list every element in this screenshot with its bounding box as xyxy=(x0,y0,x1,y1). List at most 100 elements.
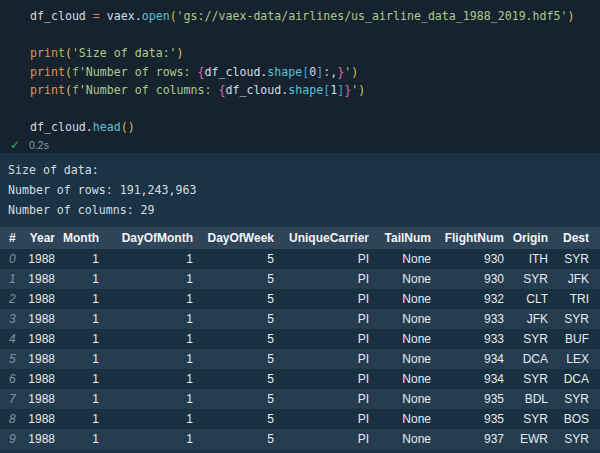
column-header-flightnum: FlightNum xyxy=(431,227,504,249)
table-row: 11988115PINone930SYRJFK xyxy=(0,269,600,289)
cell-month: 1 xyxy=(55,249,99,269)
cell-flightnum: 933 xyxy=(431,329,504,349)
row-index: 6 xyxy=(0,369,26,389)
cell-year: 1988 xyxy=(26,289,55,309)
row-index: 4 xyxy=(0,329,26,349)
cell-uniquecarrier: PI xyxy=(274,329,369,349)
cell-origin: SYR xyxy=(504,329,548,349)
cell-uniquecarrier: PI xyxy=(274,429,369,449)
cell-flightnum: 935 xyxy=(431,389,504,409)
success-check-icon: ✓ xyxy=(10,138,20,152)
cell-dayofmonth: 1 xyxy=(99,389,193,409)
table-row: 21988115PINone932CLTTRI xyxy=(0,289,600,309)
cell-dayofweek: 5 xyxy=(193,409,274,429)
cell-month: 1 xyxy=(55,349,99,369)
cell-origin: SYR xyxy=(504,369,548,389)
execution-duration: 0.2s xyxy=(29,139,49,151)
cell-origin: SYR xyxy=(504,409,548,429)
cell-month: 1 xyxy=(55,329,99,349)
cell-uniquecarrier: PI xyxy=(274,389,369,409)
header-spacer xyxy=(589,227,600,249)
cell-year: 1988 xyxy=(26,409,55,429)
cell-tailnum: None xyxy=(369,289,431,309)
stdout-text: Size of data: Number of rows: 191,243,96… xyxy=(0,153,600,220)
cell-tailnum: None xyxy=(369,329,431,349)
cell-dest: JFK xyxy=(548,269,589,289)
cell-dayofmonth: 1 xyxy=(99,429,193,449)
row-spacer xyxy=(589,269,600,289)
cell-uniquecarrier: PI xyxy=(274,289,369,309)
cell-uniquecarrier: PI xyxy=(274,409,369,429)
row-index: 5 xyxy=(0,349,26,369)
row-spacer xyxy=(589,289,600,309)
cell-dayofweek: 5 xyxy=(193,429,274,449)
code-editor[interactable]: df_cloud = vaex.open('gs://vaex-data/air… xyxy=(0,0,600,137)
cell-dayofmonth: 1 xyxy=(99,369,193,389)
table-row: 61988115PINone934SYRDCA xyxy=(0,369,600,389)
cell-dest: SYR xyxy=(548,429,589,449)
cell-dest: SYR xyxy=(548,249,589,269)
cell-year: 1988 xyxy=(26,389,55,409)
dataframe-table: #YearMonthDayOfMonthDayOfWeekUniqueCarri… xyxy=(0,227,600,449)
cell-dayofweek: 5 xyxy=(193,309,274,329)
cell-year: 1988 xyxy=(26,349,55,369)
row-spacer xyxy=(589,369,600,389)
row-index: 2 xyxy=(0,289,26,309)
cell-origin: EWR xyxy=(504,429,548,449)
column-header-index: # xyxy=(0,227,26,249)
row-index: 3 xyxy=(0,309,26,329)
cell-tailnum: None xyxy=(369,409,431,429)
row-spacer xyxy=(589,349,600,369)
cell-year: 1988 xyxy=(26,329,55,349)
cell-dayofmonth: 1 xyxy=(99,309,193,329)
row-index: 0 xyxy=(0,249,26,269)
row-spacer xyxy=(589,429,600,449)
row-index: 8 xyxy=(0,409,26,429)
cell-year: 1988 xyxy=(26,429,55,449)
column-header-origin: Origin xyxy=(504,227,548,249)
cell-flightnum: 935 xyxy=(431,409,504,429)
table-row: 01988115PINone930ITHSYR xyxy=(0,249,600,269)
code-cell[interactable]: df_cloud = vaex.open('gs://vaex-data/air… xyxy=(0,0,600,153)
cell-flightnum: 933 xyxy=(431,309,504,329)
cell-origin: ITH xyxy=(504,249,548,269)
cell-year: 1988 xyxy=(26,249,55,269)
cell-tailnum: None xyxy=(369,429,431,449)
cell-flightnum: 930 xyxy=(431,269,504,289)
cell-origin: BDL xyxy=(504,389,548,409)
cell-uniquecarrier: PI xyxy=(274,249,369,269)
row-spacer xyxy=(589,309,600,329)
column-header-dest: Dest xyxy=(548,227,589,249)
cell-dest: LEX xyxy=(548,349,589,369)
cell-month: 1 xyxy=(55,389,99,409)
table-row: 71988115PINone935BDLSYR xyxy=(0,389,600,409)
cell-origin: DCA xyxy=(504,349,548,369)
cell-origin: JFK xyxy=(504,309,548,329)
cell-origin: SYR xyxy=(504,269,548,289)
cell-month: 1 xyxy=(55,409,99,429)
row-spacer xyxy=(589,389,600,409)
cell-month: 1 xyxy=(55,289,99,309)
cell-dest: SYR xyxy=(548,309,589,329)
cell-month: 1 xyxy=(55,369,99,389)
cell-dayofweek: 5 xyxy=(193,349,274,369)
cell-year: 1988 xyxy=(26,269,55,289)
cell-flightnum: 934 xyxy=(431,349,504,369)
cell-month: 1 xyxy=(55,269,99,289)
table-row: 51988115PINone934DCALEX xyxy=(0,349,600,369)
table-row: 81988115PINone935SYRBOS xyxy=(0,409,600,429)
cell-dayofmonth: 1 xyxy=(99,289,193,309)
cell-tailnum: None xyxy=(369,349,431,369)
column-header-month: Month xyxy=(55,227,99,249)
cell-tailnum: None xyxy=(369,269,431,289)
cell-flightnum: 930 xyxy=(431,249,504,269)
table-row: 91988115PINone937EWRSYR xyxy=(0,429,600,449)
table-row: 41988115PINone933SYRBUF xyxy=(0,329,600,349)
cell-dayofweek: 5 xyxy=(193,369,274,389)
cell-month: 1 xyxy=(55,309,99,329)
row-index: 7 xyxy=(0,389,26,409)
table-header-row: #YearMonthDayOfMonthDayOfWeekUniqueCarri… xyxy=(0,227,600,249)
cell-dayofweek: 5 xyxy=(193,249,274,269)
cell-year: 1988 xyxy=(26,309,55,329)
cell-dest: BUF xyxy=(548,329,589,349)
